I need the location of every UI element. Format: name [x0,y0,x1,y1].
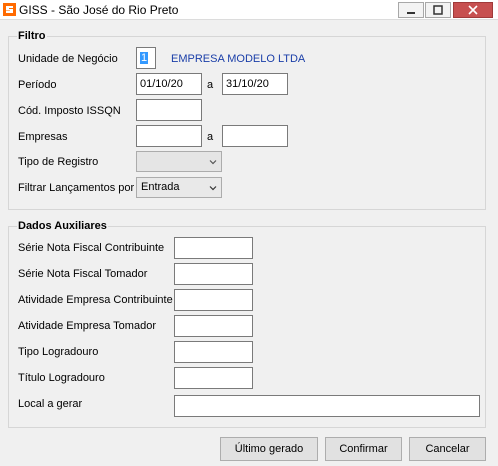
atividade-tomador-label: Atividade Empresa Tomador [18,320,156,332]
serie-nf-tomador-label: Série Nota Fiscal Tomador [18,268,148,280]
ultimo-gerado-button[interactable]: Último gerado [220,437,318,461]
giss-app-icon [3,3,16,16]
atividade-contribuinte-input[interactable] [174,289,253,311]
window-title: GISS - São José do Rio Preto [19,3,179,17]
serie-nf-tomador-input[interactable] [174,263,253,285]
maximize-button[interactable] [425,2,451,18]
close-icon [468,5,478,15]
filtrar-lancamentos-select[interactable]: Entrada [136,177,222,198]
local-gerar-label: Local a gerar [18,398,83,410]
minimize-icon [407,12,415,14]
unidade-negocio-value: 1 [140,52,149,64]
tipo-registro-select[interactable] [136,151,222,172]
empresas-separator: a [207,131,214,143]
periodo-label: Período [18,79,57,91]
imposto-issqn-label: Cód. Imposto ISSQN [18,105,121,117]
chevron-down-icon [209,186,217,191]
periodo-from-input[interactable]: 01/10/20 [136,73,202,95]
confirmar-button[interactable]: Confirmar [325,437,402,461]
imposto-issqn-input[interactable] [136,99,202,121]
empresas-from-input[interactable] [136,125,202,147]
periodo-to-input[interactable]: 31/10/20 [222,73,288,95]
close-button[interactable] [453,2,493,18]
tipo-registro-label: Tipo de Registro [18,156,99,168]
cancelar-button[interactable]: Cancelar [409,437,486,461]
dados-auxiliares-title: Dados Auxiliares [17,220,108,232]
chevron-down-icon [209,160,217,165]
serie-nf-contribuinte-label: Série Nota Fiscal Contribuinte [18,242,165,254]
empresa-name: EMPRESA MODELO LTDA [171,53,306,65]
filtro-group-title: Filtro [17,30,47,42]
title-bar: GISS - São José do Rio Preto [0,0,498,20]
empresas-to-input[interactable] [222,125,288,147]
periodo-separator: a [207,79,214,91]
filtrar-lancamentos-label: Filtrar Lançamentos por [18,182,135,194]
unidade-negocio-input[interactable]: 1 [136,47,156,69]
unidade-negocio-label: Unidade de Negócio [18,53,118,65]
atividade-contribuinte-label: Atividade Empresa Contribuinte [18,294,173,306]
atividade-tomador-input[interactable] [174,315,253,337]
maximize-icon [433,5,443,15]
local-gerar-input[interactable] [174,395,480,417]
tipo-logradouro-label: Tipo Logradouro [18,346,99,358]
serie-nf-contribuinte-input[interactable] [174,237,253,259]
empresas-label: Empresas [18,131,68,143]
minimize-button[interactable] [398,2,424,18]
titulo-logradouro-label: Título Logradouro [18,372,105,384]
tipo-logradouro-input[interactable] [174,341,253,363]
filtrar-lancamentos-value: Entrada [141,181,180,193]
titulo-logradouro-input[interactable] [174,367,253,389]
